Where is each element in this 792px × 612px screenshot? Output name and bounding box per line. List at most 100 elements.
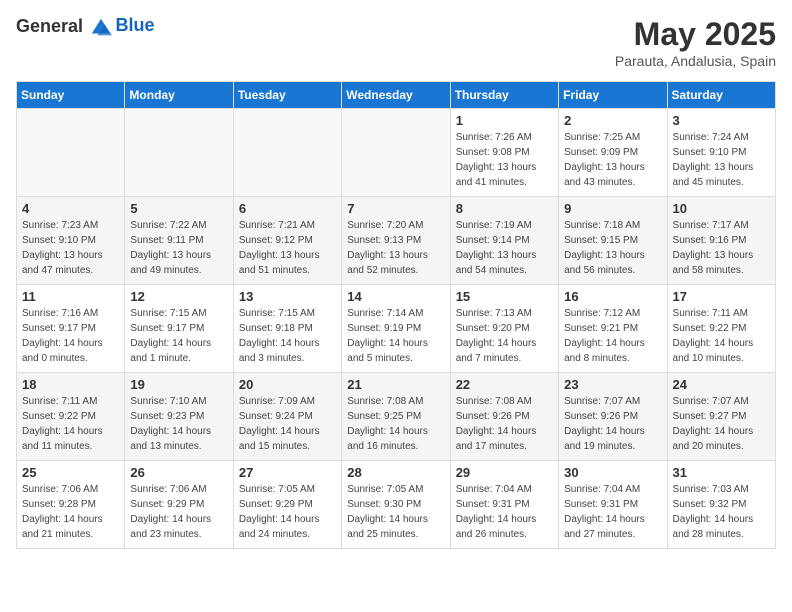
day-info: Sunrise: 7:14 AM Sunset: 9:19 PM Dayligh… (347, 306, 444, 366)
day-info: Sunrise: 7:05 AM Sunset: 9:29 PM Dayligh… (239, 482, 336, 542)
day-info: Sunrise: 7:03 AM Sunset: 9:32 PM Dayligh… (673, 482, 770, 542)
day-number: 22 (456, 377, 553, 392)
day-info: Sunrise: 7:12 AM Sunset: 9:21 PM Dayligh… (564, 306, 661, 366)
calendar-day-cell (342, 109, 450, 197)
day-info: Sunrise: 7:11 AM Sunset: 9:22 PM Dayligh… (22, 394, 119, 454)
day-number: 30 (564, 465, 661, 480)
day-info: Sunrise: 7:11 AM Sunset: 9:22 PM Dayligh… (673, 306, 770, 366)
day-info: Sunrise: 7:19 AM Sunset: 9:14 PM Dayligh… (456, 218, 553, 278)
logo-blue-text: Blue (116, 15, 155, 36)
day-info: Sunrise: 7:17 AM Sunset: 9:16 PM Dayligh… (673, 218, 770, 278)
day-number: 27 (239, 465, 336, 480)
calendar-day-cell: 16 Sunrise: 7:12 AM Sunset: 9:21 PM Dayli… (559, 285, 667, 373)
day-info: Sunrise: 7:06 AM Sunset: 9:28 PM Dayligh… (22, 482, 119, 542)
calendar-day-cell: 26 Sunrise: 7:06 AM Sunset: 9:29 PM Dayli… (125, 461, 233, 549)
day-number: 12 (130, 289, 227, 304)
day-info: Sunrise: 7:16 AM Sunset: 9:17 PM Dayligh… (22, 306, 119, 366)
calendar-week-row: 18 Sunrise: 7:11 AM Sunset: 9:22 PM Dayli… (17, 373, 776, 461)
day-info: Sunrise: 7:07 AM Sunset: 9:27 PM Dayligh… (673, 394, 770, 454)
calendar-week-row: 4 Sunrise: 7:23 AM Sunset: 9:10 PM Daylig… (17, 197, 776, 285)
day-info: Sunrise: 7:21 AM Sunset: 9:12 PM Dayligh… (239, 218, 336, 278)
day-info: Sunrise: 7:25 AM Sunset: 9:09 PM Dayligh… (564, 130, 661, 190)
logo-icon (90, 17, 112, 39)
day-number: 7 (347, 201, 444, 216)
calendar-day-cell: 7 Sunrise: 7:20 AM Sunset: 9:13 PM Daylig… (342, 197, 450, 285)
day-info: Sunrise: 7:05 AM Sunset: 9:30 PM Dayligh… (347, 482, 444, 542)
day-number: 13 (239, 289, 336, 304)
calendar-day-header: Saturday (667, 82, 775, 109)
day-info: Sunrise: 7:07 AM Sunset: 9:26 PM Dayligh… (564, 394, 661, 454)
calendar-day-cell: 9 Sunrise: 7:18 AM Sunset: 9:15 PM Daylig… (559, 197, 667, 285)
day-number: 5 (130, 201, 227, 216)
calendar-day-header: Thursday (450, 82, 558, 109)
main-title: May 2025 (615, 16, 776, 53)
logo: General Blue (16, 16, 155, 39)
calendar-week-row: 11 Sunrise: 7:16 AM Sunset: 9:17 PM Dayli… (17, 285, 776, 373)
calendar-week-row: 25 Sunrise: 7:06 AM Sunset: 9:28 PM Dayli… (17, 461, 776, 549)
day-number: 25 (22, 465, 119, 480)
calendar-day-cell: 15 Sunrise: 7:13 AM Sunset: 9:20 PM Dayli… (450, 285, 558, 373)
calendar-day-header: Tuesday (233, 82, 341, 109)
title-area: May 2025 Parauta, Andalusia, Spain (615, 16, 776, 69)
day-info: Sunrise: 7:13 AM Sunset: 9:20 PM Dayligh… (456, 306, 553, 366)
day-number: 11 (22, 289, 119, 304)
day-number: 8 (456, 201, 553, 216)
calendar-day-cell: 1Sunrise: 7:26 AM Sunset: 9:08 PM Daylig… (450, 109, 558, 197)
day-number: 20 (239, 377, 336, 392)
day-info: Sunrise: 7:18 AM Sunset: 9:15 PM Dayligh… (564, 218, 661, 278)
day-number: 10 (673, 201, 770, 216)
day-number: 15 (456, 289, 553, 304)
day-info: Sunrise: 7:20 AM Sunset: 9:13 PM Dayligh… (347, 218, 444, 278)
calendar-day-cell (233, 109, 341, 197)
calendar-day-cell: 24 Sunrise: 7:07 AM Sunset: 9:27 PM Dayli… (667, 373, 775, 461)
day-number: 24 (673, 377, 770, 392)
day-info: Sunrise: 7:08 AM Sunset: 9:26 PM Dayligh… (456, 394, 553, 454)
day-number: 3 (673, 113, 770, 128)
day-info: Sunrise: 7:23 AM Sunset: 9:10 PM Dayligh… (22, 218, 119, 278)
calendar-day-cell: 10 Sunrise: 7:17 AM Sunset: 9:16 PM Dayli… (667, 197, 775, 285)
calendar-day-cell: 19 Sunrise: 7:10 AM Sunset: 9:23 PM Dayli… (125, 373, 233, 461)
calendar-day-cell: 8 Sunrise: 7:19 AM Sunset: 9:14 PM Daylig… (450, 197, 558, 285)
calendar-day-header: Friday (559, 82, 667, 109)
day-info: Sunrise: 7:15 AM Sunset: 9:18 PM Dayligh… (239, 306, 336, 366)
day-info: Sunrise: 7:10 AM Sunset: 9:23 PM Dayligh… (130, 394, 227, 454)
calendar-day-cell: 25 Sunrise: 7:06 AM Sunset: 9:28 PM Dayli… (17, 461, 125, 549)
calendar-day-cell: 14Sunrise: 7:14 AM Sunset: 9:19 PM Dayli… (342, 285, 450, 373)
day-number: 17 (673, 289, 770, 304)
day-number: 29 (456, 465, 553, 480)
day-info: Sunrise: 7:04 AM Sunset: 9:31 PM Dayligh… (456, 482, 553, 542)
calendar-table: SundayMondayTuesdayWednesdayThursdayFrid… (16, 81, 776, 549)
day-info: Sunrise: 7:09 AM Sunset: 9:24 PM Dayligh… (239, 394, 336, 454)
calendar-day-cell: 29 Sunrise: 7:04 AM Sunset: 9:31 PM Dayli… (450, 461, 558, 549)
day-number: 28 (347, 465, 444, 480)
calendar-day-cell: 2 Sunrise: 7:25 AM Sunset: 9:09 PM Daylig… (559, 109, 667, 197)
calendar-day-cell: 22 Sunrise: 7:08 AM Sunset: 9:26 PM Dayli… (450, 373, 558, 461)
day-number: 23 (564, 377, 661, 392)
calendar-day-cell: 28 Sunrise: 7:05 AM Sunset: 9:30 PM Dayli… (342, 461, 450, 549)
calendar-week-row: 1Sunrise: 7:26 AM Sunset: 9:08 PM Daylig… (17, 109, 776, 197)
day-info: Sunrise: 7:15 AM Sunset: 9:17 PM Dayligh… (130, 306, 227, 366)
day-number: 19 (130, 377, 227, 392)
calendar-day-cell: 12 Sunrise: 7:15 AM Sunset: 9:17 PM Dayli… (125, 285, 233, 373)
calendar-day-cell: 20 Sunrise: 7:09 AM Sunset: 9:24 PM Dayli… (233, 373, 341, 461)
calendar-day-cell: 11 Sunrise: 7:16 AM Sunset: 9:17 PM Dayli… (17, 285, 125, 373)
day-info: Sunrise: 7:06 AM Sunset: 9:29 PM Dayligh… (130, 482, 227, 542)
day-number: 18 (22, 377, 119, 392)
logo-general-text: General (16, 16, 83, 36)
day-number: 26 (130, 465, 227, 480)
day-number: 21 (347, 377, 444, 392)
day-number: 2 (564, 113, 661, 128)
day-info: Sunrise: 7:26 AM Sunset: 9:08 PM Dayligh… (456, 130, 553, 190)
day-number: 16 (564, 289, 661, 304)
day-number: 4 (22, 201, 119, 216)
calendar-day-header: Wednesday (342, 82, 450, 109)
calendar-day-cell: 23 Sunrise: 7:07 AM Sunset: 9:26 PM Dayli… (559, 373, 667, 461)
calendar-day-cell: 3Sunrise: 7:24 AM Sunset: 9:10 PM Daylig… (667, 109, 775, 197)
calendar-day-cell: 21Sunrise: 7:08 AM Sunset: 9:25 PM Dayli… (342, 373, 450, 461)
calendar-day-cell: 5Sunrise: 7:22 AM Sunset: 9:11 PM Daylig… (125, 197, 233, 285)
day-number: 9 (564, 201, 661, 216)
calendar-day-header: Sunday (17, 82, 125, 109)
calendar-day-cell: 17 Sunrise: 7:11 AM Sunset: 9:22 PM Dayli… (667, 285, 775, 373)
calendar-day-cell: 30Sunrise: 7:04 AM Sunset: 9:31 PM Dayli… (559, 461, 667, 549)
page-header: General Blue May 2025 Parauta, Andalusia… (16, 16, 776, 69)
